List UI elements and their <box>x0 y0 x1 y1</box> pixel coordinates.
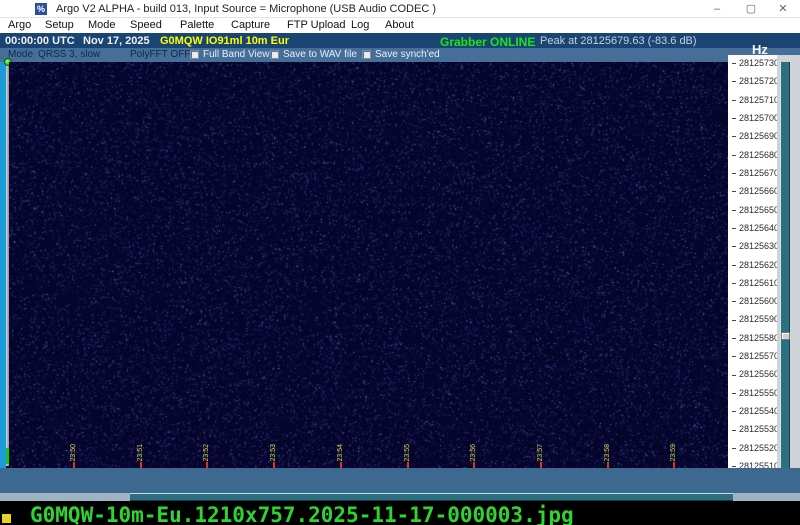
title-bar: % Argo V2 ALPHA - build 013, Input Sourc… <box>0 0 800 18</box>
freq-tick-label: 28125540 <box>732 406 777 416</box>
time-tick-label: 23:56 <box>469 444 478 462</box>
controls-row: Mode QRSS 3, slow PolyFFT OFF Full Band … <box>0 48 800 62</box>
time-tick-label: 23:53 <box>269 444 278 462</box>
frequency-offset-slider[interactable] <box>780 62 790 470</box>
time-tick-label: 23:52 <box>202 444 211 462</box>
window-title: Argo V2 ALPHA - build 013, Input Source … <box>56 3 436 15</box>
horizontal-scrollbar[interactable] <box>0 493 800 501</box>
freq-tick-label: 28125680 <box>732 150 777 160</box>
menu-argo[interactable]: Argo <box>8 19 31 31</box>
time-tick-label: 23:50 <box>69 444 78 462</box>
freq-tick-label: 28125650 <box>732 205 777 215</box>
menu-bar: Argo Setup Mode Speed Palette Capture FT… <box>0 18 800 33</box>
freq-tick-label: 28125700 <box>732 113 777 123</box>
freq-tick-label: 28125720 <box>732 76 777 86</box>
polyfft-status: PolyFFT OFF <box>130 49 190 60</box>
menu-palette[interactable]: Palette <box>180 19 214 31</box>
menu-about[interactable]: About <box>385 19 414 31</box>
freq-tick-label: 28125610 <box>732 278 777 288</box>
time-tick-label: 23:55 <box>403 444 412 462</box>
freq-tick-label: 28125660 <box>732 186 777 196</box>
horizontal-scrollbar-thumb[interactable] <box>130 493 733 501</box>
station-label: G0MQW IO91ml 10m Eur <box>160 35 289 47</box>
time-tick-label: 23:58 <box>603 444 612 462</box>
full-band-view-label: Full Band View <box>203 49 270 60</box>
save-wav-label: Save to WAV file <box>283 49 357 60</box>
freq-tick-label: 28125550 <box>732 388 777 398</box>
freq-tick-label: 28125520 <box>732 443 777 453</box>
mode-value: QRSS 3, slow <box>38 49 100 60</box>
waterfall-area[interactable]: 23:50 23:51 23:52 23:53 23:54 23:55 23:56 23:57… <box>9 62 728 470</box>
freq-tick-label: 28125570 <box>732 351 777 361</box>
date-label: Nov 17, 2025 <box>83 35 150 47</box>
peak-readout: Peak at 28125679.63 (-83.6 dB) <box>540 35 697 47</box>
capture-filename: G0MQW-10m-Eu.1210x757.2025-11-17-000003.… <box>30 503 574 525</box>
close-button[interactable]: ✕ <box>768 0 798 18</box>
menu-ftp-upload[interactable]: FTP Upload <box>287 19 346 31</box>
maximize-button[interactable]: ▢ <box>736 0 766 18</box>
menu-capture[interactable]: Capture <box>231 19 270 31</box>
freq-tick-label: 28125640 <box>732 223 777 233</box>
time-tick-label: 23:54 <box>336 444 345 462</box>
freq-tick-label: 28125580 <box>732 333 777 343</box>
time-tick-label: 23:51 <box>136 444 145 462</box>
freq-tick-label: 28125730 <box>732 58 777 68</box>
freq-tick-label: 28125690 <box>732 131 777 141</box>
menu-speed[interactable]: Speed <box>130 19 162 31</box>
time-tick-label: 23:59 <box>669 444 678 462</box>
footer-marker-icon <box>2 514 11 523</box>
utc-time: 00:00:00 UTC <box>5 35 75 47</box>
freq-tick-label: 28125670 <box>732 168 777 178</box>
freq-tick-label: 28125620 <box>732 260 777 270</box>
menu-log[interactable]: Log <box>351 19 369 31</box>
menu-mode[interactable]: Mode <box>88 19 116 31</box>
freq-tick-label: 28125600 <box>732 296 777 306</box>
save-wav-checkbox[interactable] <box>270 50 279 59</box>
grabber-status: Grabber ONLINE <box>440 35 535 49</box>
frequency-slider-thumb[interactable] <box>781 332 790 340</box>
freq-tick-label: 28125590 <box>732 314 777 324</box>
menu-setup[interactable]: Setup <box>45 19 74 31</box>
minimize-button[interactable]: – <box>702 0 732 18</box>
save-synched-checkbox[interactable] <box>362 50 371 59</box>
status-bar: 00:00:00 UTC Nov 17, 2025 G0MQW IO91ml 1… <box>0 33 800 48</box>
footer-strip: G0MQW-10m-Eu.1210x757.2025-11-17-000003.… <box>0 501 800 525</box>
freq-tick-label: 28125630 <box>732 241 777 251</box>
waterfall-canvas[interactable] <box>9 62 728 470</box>
freq-tick-label: 28125560 <box>732 369 777 379</box>
freq-tick-label: 28125530 <box>732 424 777 434</box>
time-tick-label: 23:57 <box>536 444 545 462</box>
full-band-view-checkbox[interactable] <box>190 50 199 59</box>
bottom-control-bar: Visual Gain AgcLoHi 44/100 60/100 Sensit… <box>0 468 800 493</box>
freq-tick-label: 28125710 <box>732 95 777 105</box>
argo-app-icon: % <box>35 3 47 15</box>
frequency-scale: 28125730 28125720 28125710 28125700 28125690… <box>728 55 777 473</box>
argo-window: % Argo V2 ALPHA - build 013, Input Sourc… <box>0 0 800 501</box>
save-synched-label: Save synch'ed <box>375 49 440 60</box>
mode-label: Mode <box>8 49 33 60</box>
